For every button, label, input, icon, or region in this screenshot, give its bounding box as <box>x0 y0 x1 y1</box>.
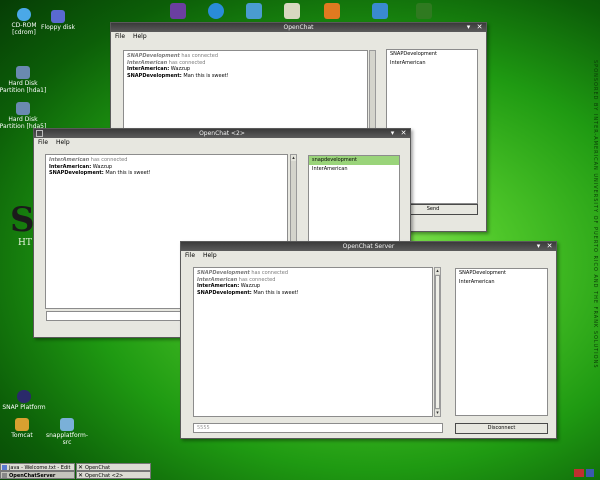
taskbar: java - Welcome.txt - Edit ✕ OpenChat Ope… <box>0 463 600 480</box>
snap-platform-icon <box>17 390 31 403</box>
tomcat-icon <box>15 418 29 431</box>
window-titlebar[interactable]: OpenChat Server ▾ ✕ <box>181 242 556 251</box>
desktop-icon-label: CD-ROM [cdrom] <box>11 22 37 36</box>
brand-letter: S <box>10 200 35 240</box>
terminal-icon[interactable] <box>324 3 340 19</box>
user-list-item[interactable]: InterAmerican <box>309 165 399 174</box>
window-title: OpenChat <2> <box>199 130 245 137</box>
menu-file[interactable]: File <box>38 139 48 146</box>
menu-file[interactable]: File <box>115 33 125 40</box>
minimize-icon[interactable]: ▾ <box>389 129 396 138</box>
hard-disk-icon <box>16 66 30 79</box>
window-icon <box>2 473 7 478</box>
user-list-item[interactable]: SNAPDevelopment <box>387 50 477 59</box>
user-list-item[interactable]: SNAPDevelopment <box>456 269 547 278</box>
user-list-item[interactable]: InterAmerican <box>456 278 547 287</box>
tools-icon[interactable] <box>416 3 432 19</box>
chat-scrollbar[interactable]: ▴ <box>290 154 297 254</box>
window-title: OpenChat <box>283 24 314 31</box>
system-tray <box>574 469 596 478</box>
chat-log[interactable]: SNAPDevelopment has connected InterAmeri… <box>193 267 433 417</box>
scroll-down-icon[interactable]: ▾ <box>435 410 440 416</box>
task-java-edit[interactable]: java - Welcome.txt - Edit <box>0 463 75 471</box>
x-app-icon: ✕ <box>78 464 84 471</box>
cdrom-icon <box>17 8 31 21</box>
user-list-item-selected[interactable]: snapdevelopment <box>309 156 399 165</box>
desktop-icon-label: Hard Disk Partition [hda1] <box>0 80 47 94</box>
task-openchat-server[interactable]: OpenChatServer <box>0 471 75 479</box>
window-title: OpenChat Server <box>342 243 395 250</box>
desktop-icon-label: snapplatform-src <box>45 432 89 446</box>
close-icon[interactable]: ✕ <box>476 23 483 32</box>
hard-disk-icon <box>16 102 30 115</box>
window-titlebar[interactable]: OpenChat <2> ▾ ✕ <box>34 129 410 138</box>
chat-line: SNAPDevelopment: Man this is sweet! <box>197 289 299 296</box>
window-titlebar[interactable]: OpenChat ▾ ✕ <box>111 23 486 32</box>
user-list-item[interactable]: InterAmerican <box>387 59 477 68</box>
kde-menu-icon[interactable] <box>170 3 186 19</box>
menu-help[interactable]: Help <box>133 33 147 40</box>
floppy-icon <box>51 10 65 23</box>
brand-subtext: HT <box>18 238 32 248</box>
desktop-icon-floppy[interactable]: Floppy disk <box>36 10 80 31</box>
menubar: File Help <box>181 251 556 260</box>
app-launcher <box>160 1 445 21</box>
web-browser-icon[interactable] <box>208 3 224 19</box>
folder-icon <box>60 418 74 431</box>
desktop-icon-tomcat[interactable]: Tomcat <box>0 418 44 439</box>
chat-scrollbar[interactable]: ▴ ▾ <box>434 267 441 417</box>
close-icon[interactable]: ✕ <box>546 242 553 251</box>
chat-line: SNAPDevelopment: Man this is sweet! <box>49 170 151 176</box>
menu-help[interactable]: Help <box>56 139 70 146</box>
chat-line: SNAPDevelopment: Man this is sweet! <box>127 72 229 79</box>
desktop-icon-snap-src[interactable]: snapplatform-src <box>42 418 92 446</box>
port-field[interactable]: 5555 <box>193 423 443 433</box>
editor-icon <box>2 465 7 470</box>
desktop-icon-label: SNAP Platform <box>2 404 46 411</box>
settings-icon[interactable] <box>246 3 262 19</box>
message-input[interactable] <box>46 311 181 321</box>
user-list[interactable]: SNAPDevelopment InterAmerican <box>455 268 548 416</box>
openchat-server-window[interactable]: OpenChat Server ▾ ✕ File Help SNAPDevelo… <box>180 241 557 439</box>
menu-file[interactable]: File <box>185 252 195 259</box>
desktop-icon-snap-platform[interactable]: SNAP Platform <box>2 390 46 411</box>
minimize-icon[interactable]: ▾ <box>535 242 542 251</box>
scroll-thumb[interactable] <box>435 275 440 409</box>
disconnect-button[interactable]: Disconnect <box>455 423 548 434</box>
scroll-up-icon[interactable]: ▴ <box>435 268 440 274</box>
desktop-icon-label: Tomcat <box>11 432 33 439</box>
desktop-icon-hda1[interactable]: Hard Disk Partition [hda1] <box>0 66 48 94</box>
menubar: File Help <box>111 32 486 41</box>
menubar: File Help <box>34 138 410 147</box>
user-list[interactable]: snapdevelopment InterAmerican <box>308 155 400 255</box>
task-openchat-2[interactable]: ✕ OpenChat <2> <box>76 471 151 479</box>
tray-network-icon[interactable] <box>586 469 594 477</box>
menu-help[interactable]: Help <box>203 252 217 259</box>
scroll-up-icon[interactable]: ▴ <box>291 155 296 161</box>
close-icon[interactable]: ✕ <box>400 129 407 138</box>
desktop-icon-label: Floppy disk <box>41 24 75 31</box>
tray-flag-icon[interactable] <box>574 469 584 477</box>
sponsor-text: SPONSORED BY INTER-AMERICAN UNIVERSITY O… <box>592 60 598 369</box>
home-icon[interactable] <box>284 3 300 19</box>
desktop-icon-hda5[interactable]: Hard Disk Partition [hda5] <box>0 102 48 130</box>
task-openchat[interactable]: ✕ OpenChat <box>76 463 151 471</box>
x-app-icon: ✕ <box>78 472 84 479</box>
window-menu-icon[interactable] <box>36 130 43 137</box>
minimize-icon[interactable]: ▾ <box>465 23 472 32</box>
help-icon[interactable] <box>372 3 388 19</box>
